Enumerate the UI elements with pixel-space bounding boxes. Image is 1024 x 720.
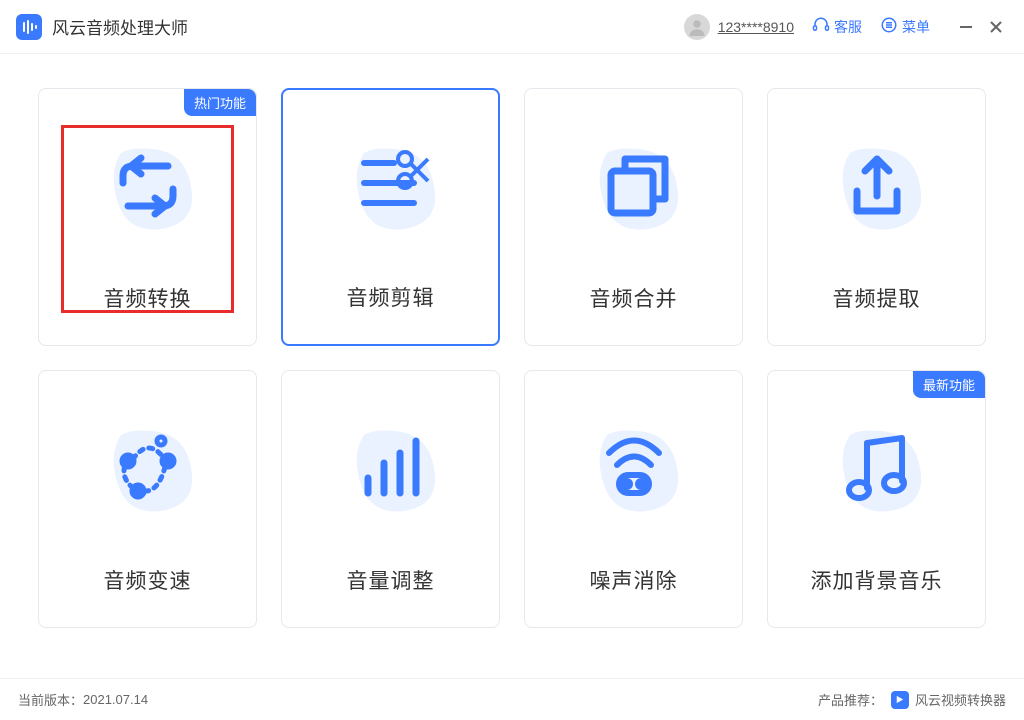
menu-icon: [880, 16, 898, 37]
support-label: 客服: [834, 17, 862, 37]
extract-icon: [768, 89, 985, 283]
card-add-bgm[interactable]: 最新功能 添加背景音乐: [767, 370, 986, 628]
recommend-label: 产品推荐：: [818, 690, 883, 709]
music-icon: [768, 371, 985, 565]
card-label: 音量调整: [347, 565, 435, 595]
card-label: 音频提取: [833, 283, 921, 313]
card-label: 音频变速: [104, 565, 192, 595]
card-label: 添加背景音乐: [811, 565, 943, 595]
card-label: 噪声消除: [590, 565, 678, 595]
menu-label: 菜单: [902, 17, 930, 37]
close-button[interactable]: [984, 15, 1008, 39]
card-audio-speed[interactable]: 音频变速: [38, 370, 257, 628]
titlebar: 风云音频处理大师 123****8910 客服 菜单: [0, 0, 1024, 54]
merge-icon: [525, 89, 742, 283]
convert-icon: [39, 89, 256, 283]
card-label: 音频转换: [104, 283, 192, 313]
recommend-product-icon: [891, 691, 909, 709]
card-audio-extract[interactable]: 音频提取: [767, 88, 986, 346]
minimize-button[interactable]: [954, 15, 978, 39]
card-label: 音频合并: [590, 283, 678, 313]
version-label: 当前版本：: [18, 690, 83, 709]
app-logo-icon: [16, 14, 42, 40]
cut-icon: [283, 90, 498, 282]
user-id-link[interactable]: 123****8910: [718, 19, 794, 35]
card-audio-cut[interactable]: 音频剪辑: [281, 88, 500, 346]
card-audio-convert[interactable]: 热门功能 音频转换: [38, 88, 257, 346]
speed-icon: [39, 371, 256, 565]
card-noise-remove[interactable]: 噪声消除: [524, 370, 743, 628]
card-label: 音频剪辑: [347, 282, 435, 312]
footer: 当前版本： 2021.07.14 产品推荐： 风云视频转换器: [0, 678, 1024, 720]
denoise-icon: [525, 371, 742, 565]
menu-button[interactable]: 菜单: [880, 16, 930, 37]
volume-icon: [282, 371, 499, 565]
headset-icon: [812, 16, 830, 37]
card-audio-merge[interactable]: 音频合并: [524, 88, 743, 346]
support-button[interactable]: 客服: [812, 16, 862, 37]
user-avatar-icon[interactable]: [684, 14, 710, 40]
feature-grid: 热门功能 音频转换: [0, 54, 1024, 628]
app-title: 风云音频处理大师: [52, 14, 188, 39]
version-value: 2021.07.14: [83, 692, 148, 707]
recommend-product-link[interactable]: 风云视频转换器: [915, 690, 1006, 709]
card-volume-adjust[interactable]: 音量调整: [281, 370, 500, 628]
